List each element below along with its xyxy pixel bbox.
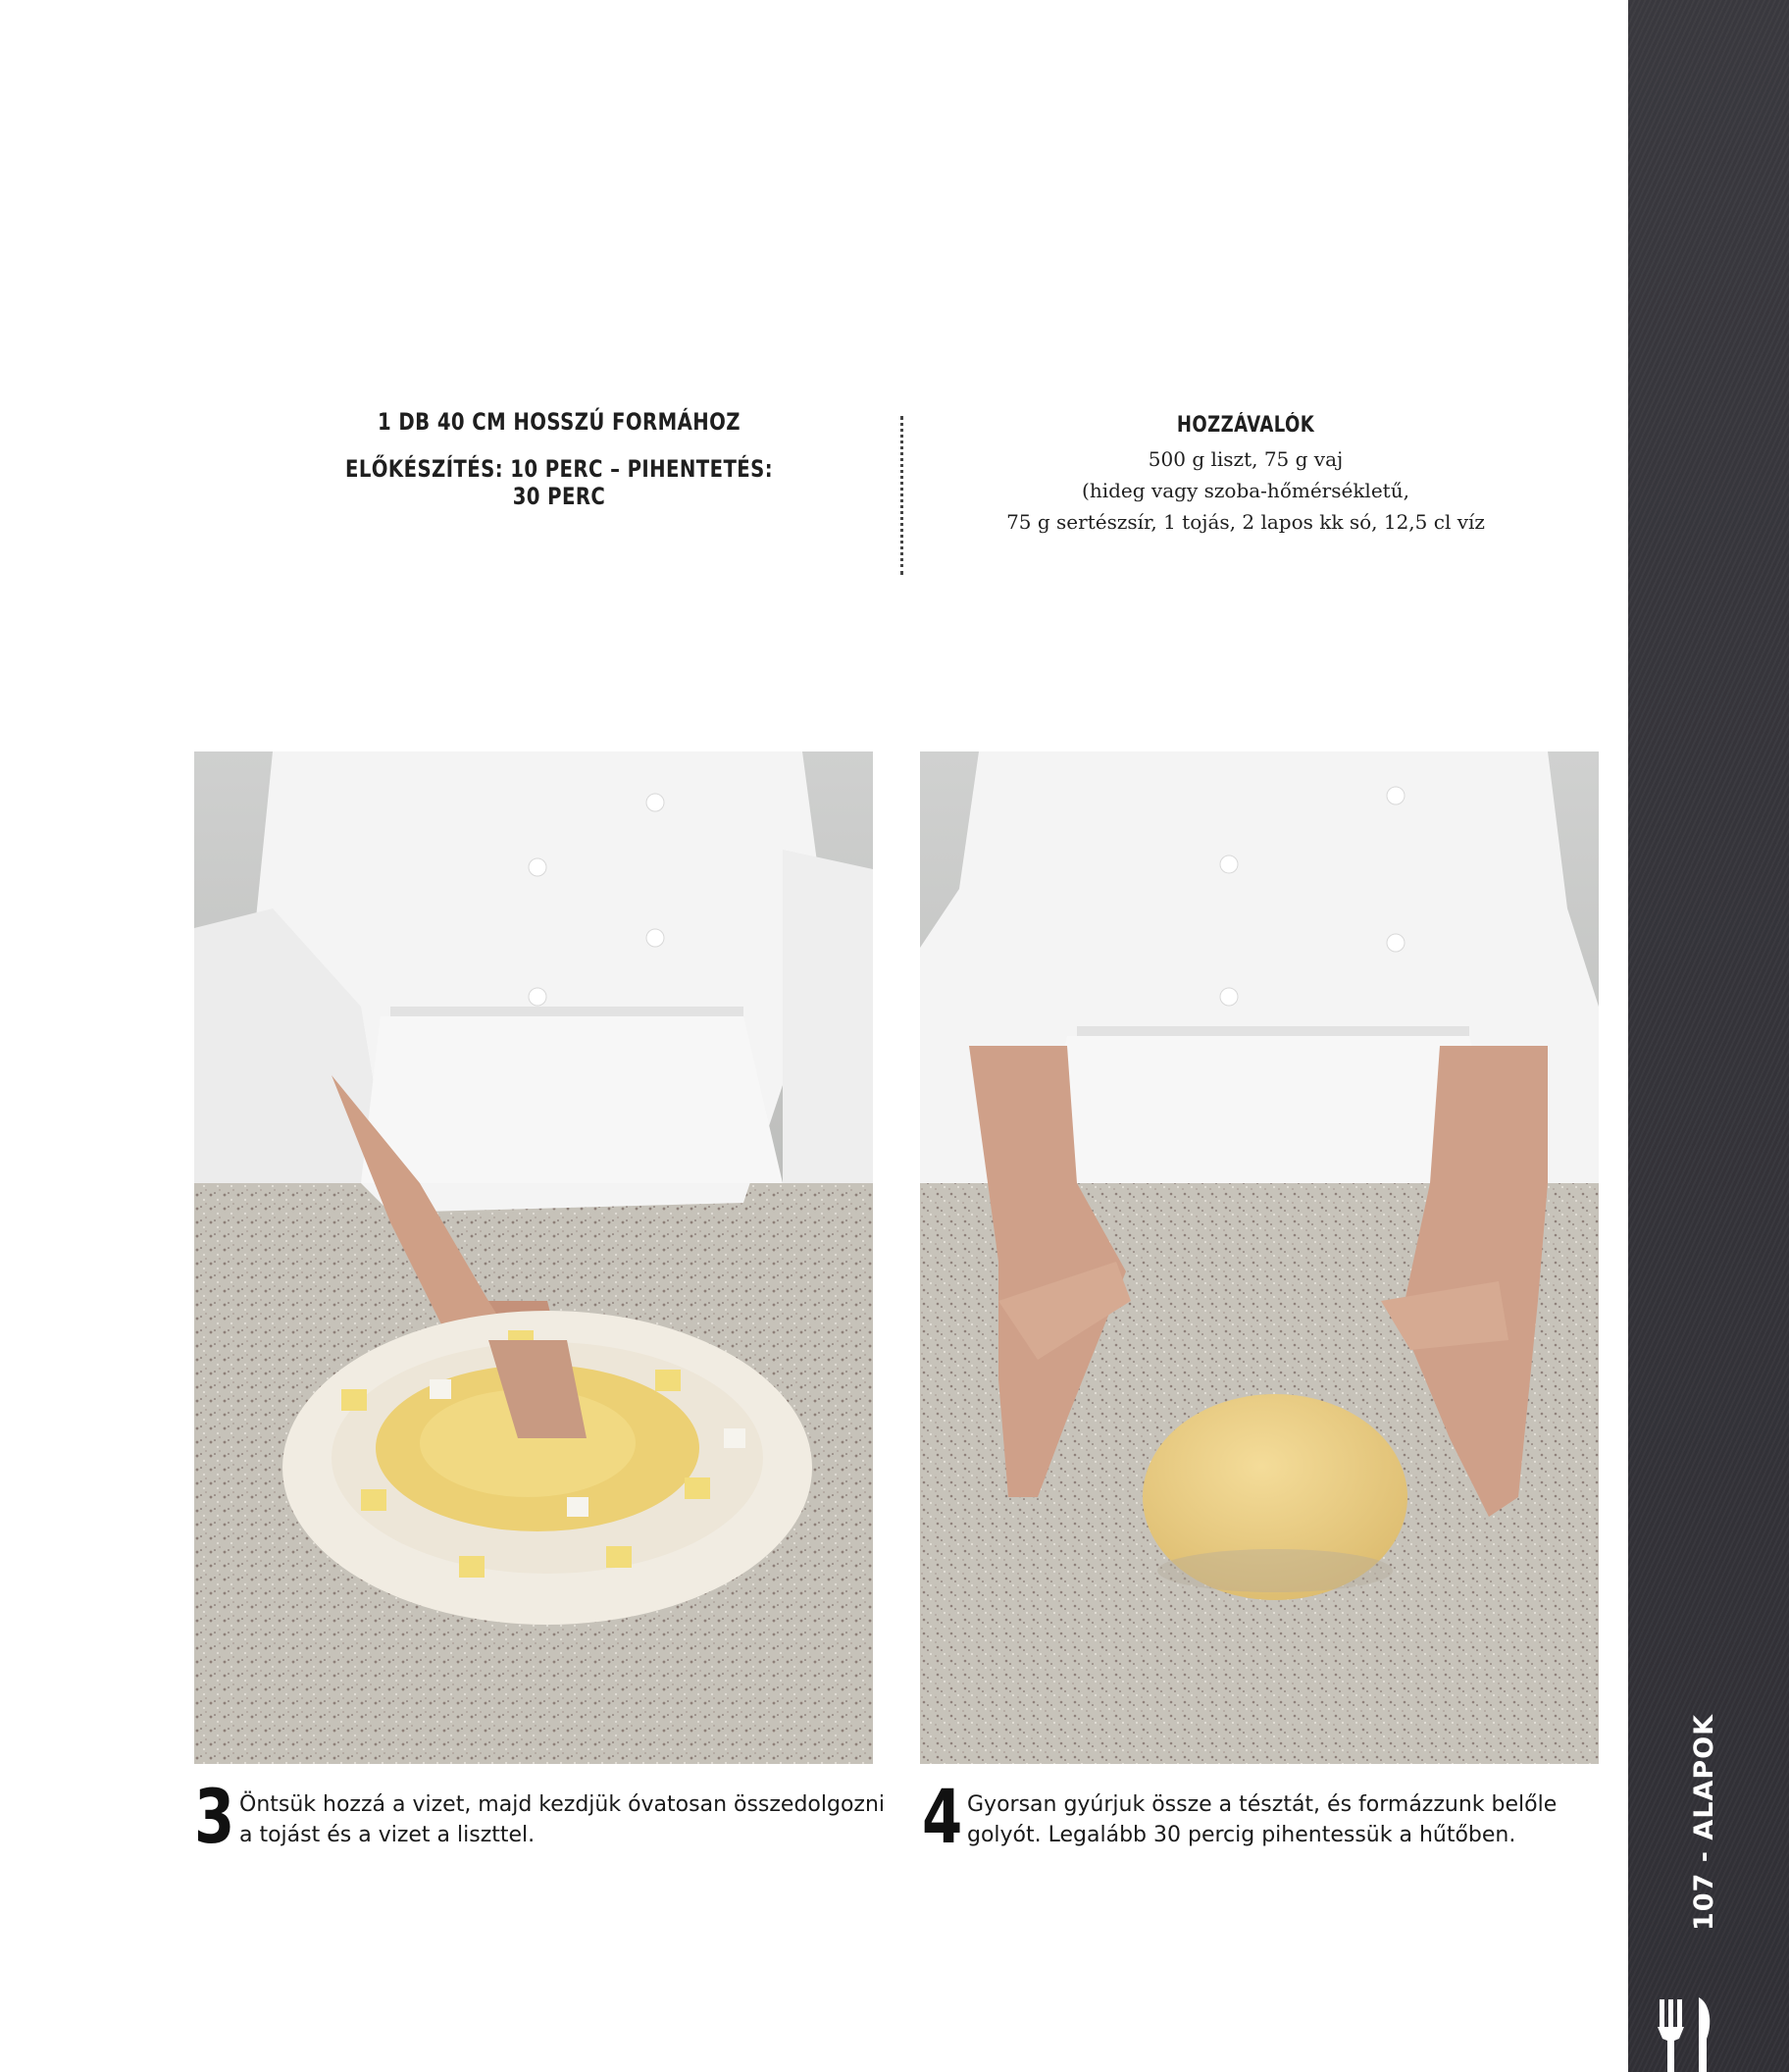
step-text: Öntsük hozzá a vizet, majd kezdjük óvato… [239,1792,886,1847]
ingredients-line: 75 g sertészsír, 1 tojás, 2 lapos kk só,… [1006,510,1485,534]
step-text: Gyorsan gyúrjuk össze a tésztát, és form… [967,1792,1558,1847]
step-number: 4 [922,1773,963,1860]
recipe-yield: 1 DB 40 CM HOSSZÚ FORMÁHOZ [378,408,741,436]
fork-knife-icon [1658,1997,1711,2072]
ingredients-line: 500 g liszt, 75 g vaj [1148,447,1344,471]
cookbook-page: 1 DB 40 CM HOSSZÚ FORMÁHOZ ELŐKÉSZÍTÉS: … [0,0,1789,2072]
ingredients-title: HOZZÁVALÓK [1176,413,1315,438]
page-number-chapter: 107 - ALAPOK [1689,1713,1719,1931]
dotted-divider [900,416,903,575]
ingredients-block: HOZZÁVALÓK 500 g liszt, 75 g vaj (hideg … [922,410,1569,538]
recipe-timing: ELŐKÉSZÍTÉS: 10 PERC – PIHENTETÉS: 30 PE… [344,455,774,510]
ingredients-line: (hideg vagy szoba-hőmérsékletű, [1082,479,1409,502]
photo-dough-ball [920,751,1599,1764]
step-number: 3 [194,1773,235,1860]
photo-mixing-flour-well [194,751,873,1764]
recipe-meta: 1 DB 40 CM HOSSZÚ FORMÁHOZ ELŐKÉSZÍTÉS: … [294,408,824,530]
